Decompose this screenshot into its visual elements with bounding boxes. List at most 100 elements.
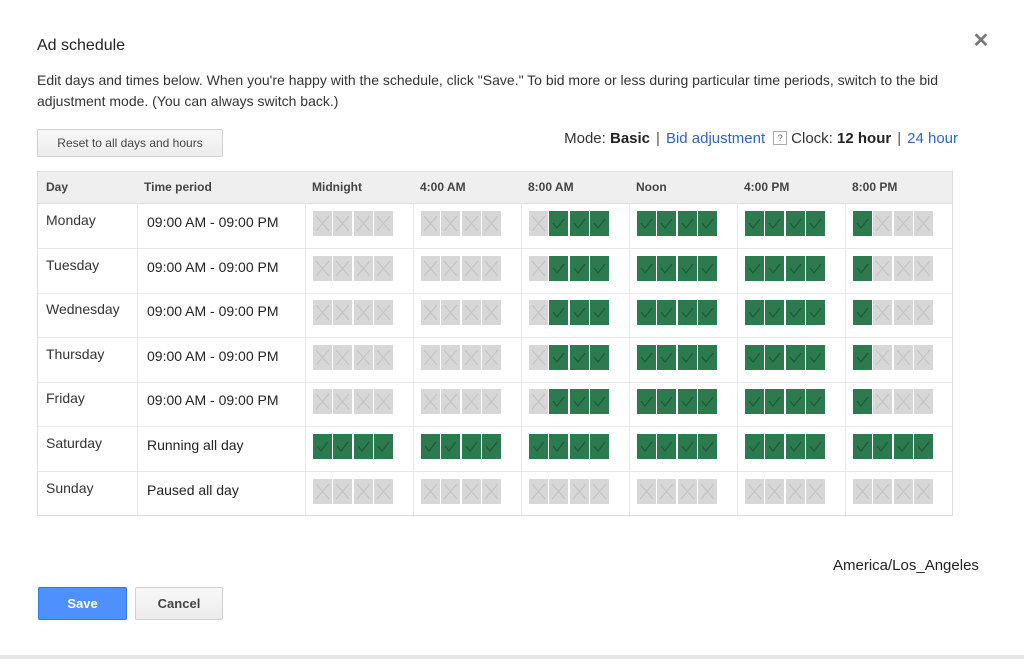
hour-slot-inactive[interactable] <box>913 255 933 281</box>
hour-slot-inactive[interactable] <box>913 300 933 326</box>
hour-slot-inactive[interactable] <box>873 478 893 504</box>
hour-slot-active[interactable] <box>313 434 332 459</box>
hour-slot-active[interactable] <box>677 389 697 415</box>
hour-slot-inactive[interactable] <box>373 211 393 236</box>
hour-slot-inactive[interactable] <box>481 389 501 415</box>
hour-slot-inactive[interactable] <box>421 478 440 504</box>
hour-slot-inactive[interactable] <box>441 211 461 236</box>
hour-slot-active[interactable] <box>637 255 656 281</box>
hour-slot-inactive[interactable] <box>677 478 697 504</box>
hour-slot-inactive[interactable] <box>893 344 913 370</box>
save-button[interactable]: Save <box>38 587 127 620</box>
reset-all-button[interactable]: Reset to all days and hours <box>37 129 223 157</box>
hour-slot-inactive[interactable] <box>461 344 481 370</box>
time-period-label[interactable]: Paused all day <box>147 482 239 498</box>
hour-slot-inactive[interactable] <box>805 478 825 504</box>
hour-slot-active[interactable] <box>637 344 656 370</box>
hour-slot-inactive[interactable] <box>421 255 440 281</box>
hour-slot-active[interactable] <box>657 255 677 281</box>
hour-slot-inactive[interactable] <box>913 344 933 370</box>
hour-slot-inactive[interactable] <box>873 389 893 415</box>
hour-slot-inactive[interactable] <box>785 478 805 504</box>
hour-slot-active[interactable] <box>481 434 501 459</box>
hour-slot-active[interactable] <box>549 255 569 281</box>
hour-slot-active[interactable] <box>589 255 609 281</box>
help-icon[interactable]: ? <box>773 131 788 145</box>
hour-slot-active[interactable] <box>569 255 589 281</box>
hour-slot-inactive[interactable] <box>461 478 481 504</box>
hour-slot-active[interactable] <box>853 211 872 236</box>
hour-slot-inactive[interactable] <box>333 478 353 504</box>
hour-slot-active[interactable] <box>765 434 785 459</box>
hour-slot-inactive[interactable] <box>373 478 393 504</box>
hour-slot-active[interactable] <box>637 300 656 326</box>
hour-slot-inactive[interactable] <box>745 478 764 504</box>
hour-slot-inactive[interactable] <box>313 255 332 281</box>
hour-slot-active[interactable] <box>589 389 609 415</box>
hour-slot-inactive[interactable] <box>421 211 440 236</box>
hour-slot-active[interactable] <box>549 300 569 326</box>
hour-slot-active[interactable] <box>657 211 677 236</box>
hour-slot-active[interactable] <box>745 211 764 236</box>
hour-slot-active[interactable] <box>853 300 872 326</box>
time-period-label[interactable]: 09:00 AM - 09:00 PM <box>147 392 279 408</box>
hour-slot-active[interactable] <box>589 300 609 326</box>
hour-slot-active[interactable] <box>373 434 393 459</box>
hour-slot-inactive[interactable] <box>441 300 461 326</box>
hour-slot-inactive[interactable] <box>913 478 933 504</box>
hour-slot-active[interactable] <box>805 211 825 236</box>
hour-slot-active[interactable] <box>569 434 589 459</box>
hour-slot-active[interactable] <box>589 211 609 236</box>
hour-slot-active[interactable] <box>785 300 805 326</box>
hour-slot-inactive[interactable] <box>313 389 332 415</box>
time-period-label[interactable]: Running all day <box>147 437 244 453</box>
hour-slot-active[interactable] <box>745 344 764 370</box>
hour-slot-inactive[interactable] <box>549 478 569 504</box>
hour-slot-inactive[interactable] <box>481 478 501 504</box>
hour-slot-active[interactable] <box>589 434 609 459</box>
hour-slot-active[interactable] <box>785 434 805 459</box>
hour-slot-inactive[interactable] <box>637 478 656 504</box>
hour-slot-inactive[interactable] <box>893 478 913 504</box>
cancel-button[interactable]: Cancel <box>135 587 223 620</box>
hour-slot-active[interactable] <box>569 300 589 326</box>
hour-slot-active[interactable] <box>785 255 805 281</box>
hour-slot-active[interactable] <box>549 211 569 236</box>
close-icon[interactable]: ✕ <box>970 30 992 52</box>
hour-slot-inactive[interactable] <box>461 389 481 415</box>
hour-slot-inactive[interactable] <box>441 255 461 281</box>
hour-slot-active[interactable] <box>569 211 589 236</box>
hour-slot-inactive[interactable] <box>873 211 893 236</box>
hour-slot-inactive[interactable] <box>893 211 913 236</box>
hour-slot-active[interactable] <box>765 211 785 236</box>
hour-slot-active[interactable] <box>853 389 872 415</box>
hour-slot-inactive[interactable] <box>373 389 393 415</box>
hour-slot-active[interactable] <box>765 300 785 326</box>
clock-24-hour-link[interactable]: 24 hour <box>907 130 958 147</box>
hour-slot-active[interactable] <box>805 389 825 415</box>
hour-slot-active[interactable] <box>785 211 805 236</box>
hour-slot-inactive[interactable] <box>529 389 548 415</box>
hour-slot-inactive[interactable] <box>333 211 353 236</box>
hour-slot-active[interactable] <box>441 434 461 459</box>
hour-slot-active[interactable] <box>657 344 677 370</box>
hour-slot-inactive[interactable] <box>353 211 373 236</box>
hour-slot-active[interactable] <box>697 389 717 415</box>
hour-slot-active[interactable] <box>785 344 805 370</box>
hour-slot-inactive[interactable] <box>333 255 353 281</box>
hour-slot-inactive[interactable] <box>529 300 548 326</box>
hour-slot-active[interactable] <box>353 434 373 459</box>
hour-slot-active[interactable] <box>589 344 609 370</box>
hour-slot-inactive[interactable] <box>529 478 548 504</box>
hour-slot-active[interactable] <box>893 434 913 459</box>
hour-slot-inactive[interactable] <box>353 255 373 281</box>
hour-slot-active[interactable] <box>805 344 825 370</box>
time-period-label[interactable]: 09:00 AM - 09:00 PM <box>147 214 279 230</box>
hour-slot-inactive[interactable] <box>893 300 913 326</box>
hour-slot-active[interactable] <box>745 300 764 326</box>
hour-slot-inactive[interactable] <box>697 478 717 504</box>
hour-slot-inactive[interactable] <box>441 389 461 415</box>
hour-slot-inactive[interactable] <box>873 300 893 326</box>
hour-slot-active[interactable] <box>697 434 717 459</box>
hour-slot-inactive[interactable] <box>353 344 373 370</box>
